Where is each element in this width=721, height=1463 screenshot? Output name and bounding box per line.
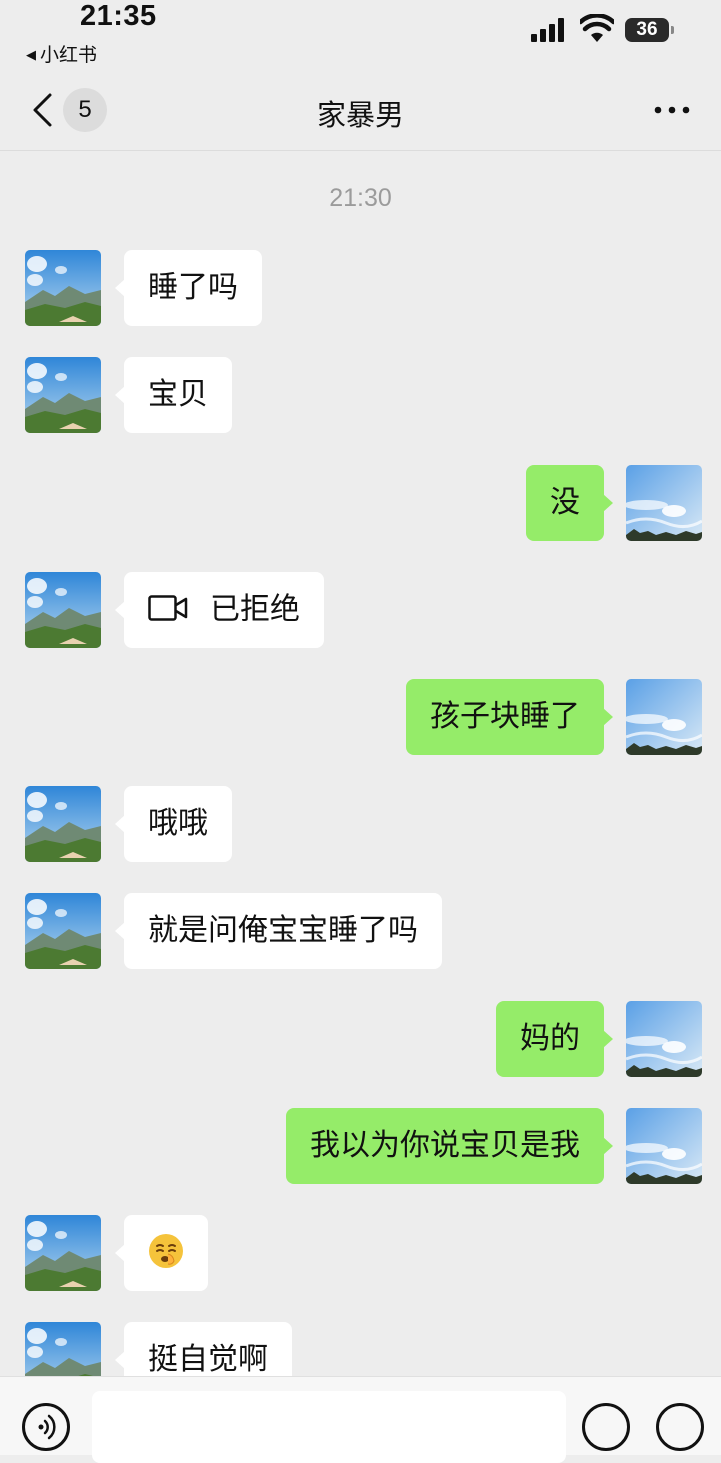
my-avatar[interactable] bbox=[626, 1108, 702, 1184]
my-avatar[interactable] bbox=[626, 465, 702, 541]
video-call-bubble[interactable]: 已拒绝 bbox=[115, 572, 324, 648]
more-options-icon[interactable] bbox=[650, 98, 694, 122]
message-bubble[interactable]: 没 bbox=[526, 465, 613, 541]
message-timestamp: 21:30 bbox=[329, 184, 392, 212]
my-avatar[interactable] bbox=[626, 1001, 702, 1077]
cellular-signal-icon bbox=[531, 18, 567, 42]
message-bubble[interactable]: 宝贝 bbox=[115, 357, 232, 433]
contact-avatar[interactable] bbox=[25, 250, 101, 326]
status-time: 21:35 bbox=[80, 0, 157, 32]
my-avatar[interactable] bbox=[626, 679, 702, 755]
contact-avatar[interactable] bbox=[25, 357, 101, 433]
chat-title: 家暴男 bbox=[316, 100, 404, 132]
back-triangle-icon: ◀ bbox=[26, 47, 36, 62]
voice-input-button[interactable] bbox=[22, 1403, 70, 1451]
message-text-input[interactable] bbox=[92, 1391, 566, 1463]
contact-avatar[interactable] bbox=[25, 1215, 101, 1291]
battery-indicator: 36 bbox=[625, 18, 669, 42]
battery-tip bbox=[671, 26, 674, 34]
message-bubble[interactable]: 就是问俺宝宝睡了吗 bbox=[115, 893, 442, 969]
contact-avatar[interactable] bbox=[25, 893, 101, 969]
status-bar: 21:35 ◀ 小红书 36 bbox=[0, 0, 721, 70]
message-bubble[interactable]: 妈的 bbox=[496, 1001, 613, 1077]
shushing-face-emoji bbox=[149, 1234, 183, 1269]
chat-input-bar bbox=[0, 1376, 721, 1463]
video-call-icon bbox=[148, 595, 188, 621]
back-app-label: 小红书 bbox=[40, 45, 98, 66]
message-bubble[interactable]: 孩子块睡了 bbox=[406, 679, 613, 755]
wifi-icon bbox=[580, 14, 614, 42]
chat-header: 5 家暴男 bbox=[0, 70, 721, 151]
video-call-status: 已拒绝 bbox=[210, 593, 300, 626]
message-bubble[interactable]: 睡了吗 bbox=[115, 250, 262, 326]
voice-icon bbox=[38, 1414, 56, 1440]
emoji-bubble[interactable] bbox=[115, 1215, 208, 1291]
emoji-button[interactable] bbox=[582, 1403, 630, 1451]
more-actions-button[interactable] bbox=[656, 1403, 704, 1451]
message-bubble[interactable]: 哦哦 bbox=[115, 786, 232, 862]
contact-avatar[interactable] bbox=[25, 572, 101, 648]
contact-avatar[interactable] bbox=[25, 786, 101, 862]
message-bubble[interactable]: 我以为你说宝贝是我 bbox=[286, 1108, 613, 1184]
back-to-app-link[interactable]: ◀ 小红书 bbox=[26, 40, 97, 67]
